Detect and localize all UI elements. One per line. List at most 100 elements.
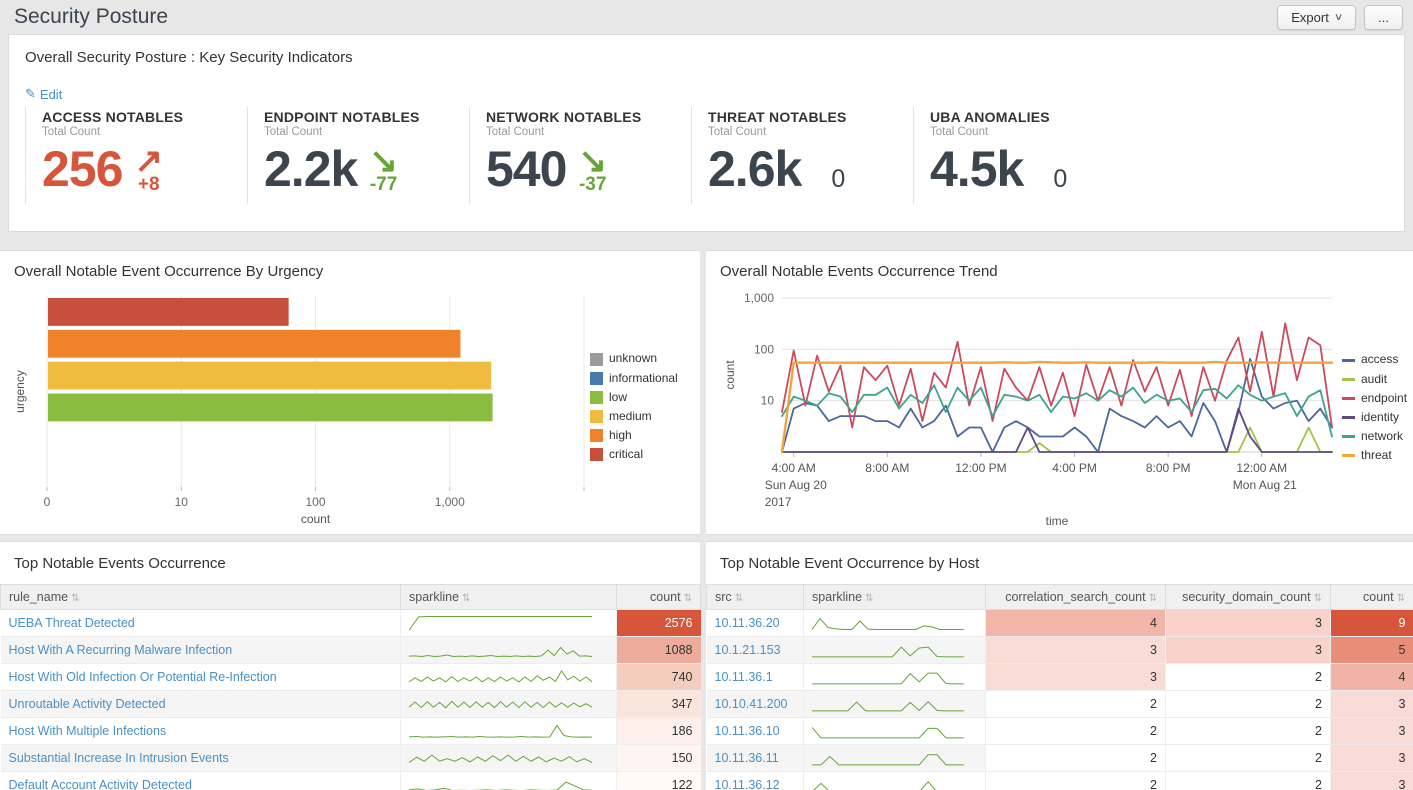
legend-item-threat[interactable]: threat: [1342, 446, 1407, 465]
legend-item-identity[interactable]: identity: [1342, 408, 1407, 427]
count-cell[interactable]: 347: [617, 691, 701, 718]
pencil-icon: ✎: [25, 86, 36, 102]
kpi-value: 2.2k: [264, 146, 357, 194]
legend-item-medium[interactable]: medium: [590, 407, 678, 426]
hosts-table-title: Top Notable Event Occurrence by Host: [706, 542, 1413, 584]
correlation-search-count-cell[interactable]: 2: [986, 772, 1166, 790]
trend-down-arrow-icon: ↘: [578, 149, 607, 175]
svg-text:100: 100: [305, 495, 325, 509]
rule-name-link[interactable]: Host With A Recurring Malware Infection: [9, 643, 233, 657]
security-domain-count-cell[interactable]: 2: [1166, 664, 1331, 691]
src-link[interactable]: 10.11.36.20: [715, 616, 780, 630]
security-domain-count-cell[interactable]: 3: [1166, 610, 1331, 637]
table-row: UEBA Threat Detected 2576: [1, 610, 701, 637]
src-link[interactable]: 10.11.36.1: [715, 670, 773, 684]
column-header-label: rule_name: [9, 590, 68, 604]
top-bar: Security Posture Export ∨ ...: [0, 0, 1413, 34]
security-domain-count-cell[interactable]: 2: [1166, 745, 1331, 772]
correlation-search-count-cell[interactable]: 3: [986, 664, 1166, 691]
kpi-endpoint-notables[interactable]: ENDPOINT NOTABLESTotal Count2.2k↘-77: [247, 107, 469, 204]
legend-item-low[interactable]: low: [590, 388, 678, 407]
security-domain-count-cell[interactable]: 2: [1166, 691, 1331, 718]
count-cell[interactable]: 186: [617, 718, 701, 745]
legend-item-informational[interactable]: informational: [590, 369, 678, 388]
count-cell[interactable]: 150: [617, 745, 701, 772]
column-header-correlation_search_count[interactable]: correlation_search_count⇅: [986, 585, 1166, 610]
rule-name-link[interactable]: Substantial Increase In Intrusion Events: [9, 751, 229, 765]
legend-label: critical: [609, 445, 643, 464]
count-cell[interactable]: 740: [617, 664, 701, 691]
edit-link[interactable]: ✎ Edit: [25, 86, 62, 102]
column-header-security_domain_count[interactable]: security_domain_count⇅: [1166, 585, 1331, 610]
correlation-search-count-cell[interactable]: 4: [986, 610, 1166, 637]
sparkline: [812, 695, 964, 713]
kpi-panel-title: Overall Security Posture : Key Security …: [25, 49, 1388, 66]
security-domain-count-cell[interactable]: 3: [1166, 637, 1331, 664]
rule-name-link[interactable]: Unroutable Activity Detected: [9, 697, 166, 711]
bar-critical[interactable]: [48, 298, 289, 326]
count-cell[interactable]: 3: [1331, 772, 1413, 790]
count-cell[interactable]: 3: [1331, 691, 1413, 718]
src-link[interactable]: 10.1.21.153: [715, 643, 781, 657]
table-row: 10.11.36.11223: [707, 745, 1413, 772]
svg-text:12:00 PM: 12:00 PM: [955, 461, 1006, 475]
security-domain-count-cell[interactable]: 2: [1166, 718, 1331, 745]
legend-swatch: [590, 410, 603, 423]
count-cell[interactable]: 2576: [617, 610, 701, 637]
kpi-access-notables[interactable]: ACCESS NOTABLESTotal Count256↗+8: [25, 107, 247, 204]
rule-name-link[interactable]: UEBA Threat Detected: [9, 616, 135, 630]
series-threat[interactable]: [782, 362, 1332, 452]
kpi-uba-anomalies[interactable]: UBA ANOMALIESTotal Count4.5k0: [913, 107, 1135, 204]
correlation-search-count-cell[interactable]: 2: [986, 691, 1166, 718]
more-options-button[interactable]: ...: [1364, 5, 1403, 30]
column-header-label: sparkline: [409, 590, 459, 604]
count-cell[interactable]: 5: [1331, 637, 1413, 664]
page-title: Security Posture: [14, 5, 1277, 29]
bar-high[interactable]: [48, 330, 460, 358]
kpi-network-notables[interactable]: NETWORK NOTABLESTotal Count540↘-37: [469, 107, 691, 204]
bar-medium[interactable]: [48, 362, 491, 390]
legend-item-access[interactable]: access: [1342, 350, 1407, 369]
kpi-threat-notables[interactable]: THREAT NOTABLESTotal Count2.6k0: [691, 107, 913, 204]
legend-item-audit[interactable]: audit: [1342, 370, 1407, 389]
sparkline: [409, 749, 592, 767]
legend-item-high[interactable]: high: [590, 426, 678, 445]
count-cell[interactable]: 3: [1331, 718, 1413, 745]
correlation-search-count-cell[interactable]: 2: [986, 745, 1166, 772]
src-link[interactable]: 10.10.41.200: [715, 697, 788, 711]
series-endpoint[interactable]: [782, 323, 1332, 427]
trend-line-chart[interactable]: 101001,0004:00 AMSun Aug 2020178:00 AM12…: [720, 282, 1342, 534]
count-cell[interactable]: 122: [617, 772, 701, 790]
bar-low[interactable]: [48, 394, 493, 422]
correlation-search-count-cell[interactable]: 3: [986, 637, 1166, 664]
src-link[interactable]: 10.11.36.10: [715, 724, 780, 738]
count-cell[interactable]: 3: [1331, 745, 1413, 772]
rule-name-link[interactable]: Host With Old Infection Or Potential Re-…: [9, 670, 277, 684]
column-header-sparkline[interactable]: sparkline⇅: [804, 585, 986, 610]
legend-item-network[interactable]: network: [1342, 427, 1407, 446]
sparkline: [812, 749, 964, 767]
export-button[interactable]: Export ∨: [1277, 5, 1356, 30]
sparkline: [409, 668, 592, 686]
count-cell[interactable]: 4: [1331, 664, 1413, 691]
column-header-sparkline[interactable]: sparkline⇅: [401, 585, 617, 610]
rule-name-link[interactable]: Host With Multiple Infections: [9, 724, 167, 738]
count-cell[interactable]: 1088: [617, 637, 701, 664]
series-audit[interactable]: [782, 428, 1332, 453]
legend-item-endpoint[interactable]: endpoint: [1342, 389, 1407, 408]
sort-icon: ⇅: [684, 593, 692, 604]
correlation-search-count-cell[interactable]: 2: [986, 718, 1166, 745]
count-cell[interactable]: 9: [1331, 610, 1413, 637]
column-header-count[interactable]: count⇅: [1331, 585, 1413, 610]
urgency-bar-chart[interactable]: 0101001,000urgencycount: [14, 282, 590, 532]
column-header-rule_name[interactable]: rule_name⇅: [1, 585, 401, 610]
src-link[interactable]: 10.11.36.12: [715, 778, 780, 790]
rule-name-link[interactable]: Default Account Activity Detected: [9, 778, 192, 790]
trend-chart-legend: accessauditendpointidentitynetworkthreat: [1342, 350, 1407, 465]
security-domain-count-cell[interactable]: 2: [1166, 772, 1331, 790]
legend-item-critical[interactable]: critical: [590, 445, 678, 464]
src-link[interactable]: 10.11.36.11: [715, 751, 779, 765]
column-header-src[interactable]: src⇅: [707, 585, 804, 610]
column-header-count[interactable]: count⇅: [617, 585, 701, 610]
legend-item-unknown[interactable]: unknown: [590, 349, 678, 368]
